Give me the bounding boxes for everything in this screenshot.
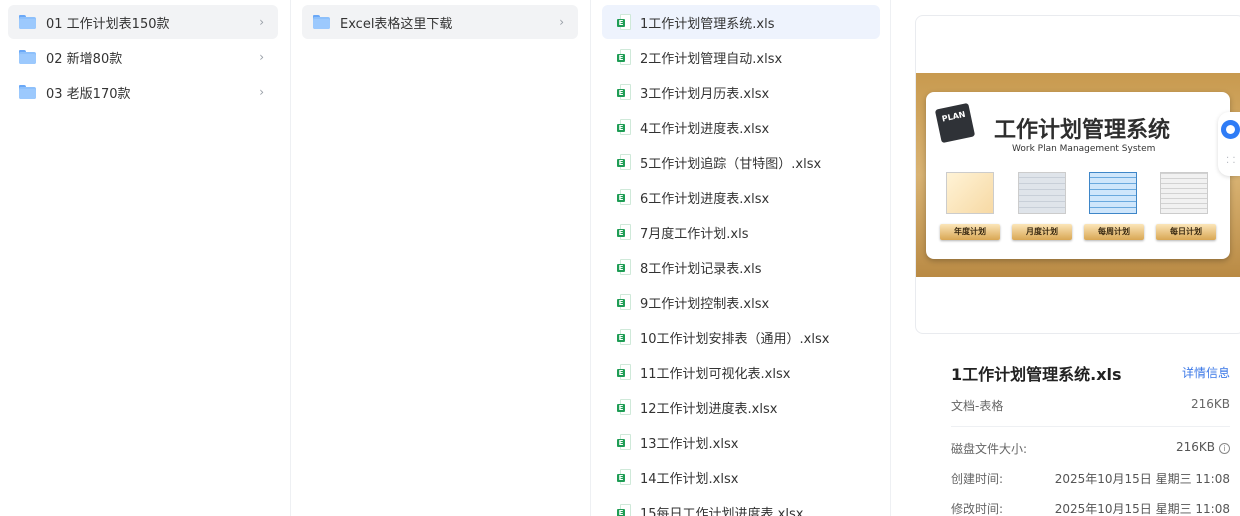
preview-tag: 每周计划 xyxy=(1084,224,1144,240)
folder-label: Excel表格这里下载 xyxy=(340,16,453,32)
excel-file-icon: E xyxy=(617,84,631,100)
folder-item-01[interactable]: 01 工作计划表150款 › xyxy=(8,5,278,39)
excel-file-icon: E xyxy=(617,504,631,516)
modified-label: 修改时间: xyxy=(951,502,1004,516)
file-label: 11工作计划可视化表.xlsx xyxy=(640,366,791,382)
file-item[interactable]: E 14工作计划.xlsx xyxy=(602,460,880,494)
preview-image-title: 工作计划管理系统 xyxy=(994,118,1171,143)
drag-handle-icon[interactable]: · · · · xyxy=(1226,154,1236,169)
chevron-right-icon: › xyxy=(559,15,564,29)
folder-label: 03 老版170款 xyxy=(46,86,131,102)
file-type: 文档-表格 xyxy=(951,399,1004,413)
preview-card[interactable]: PLAN 工作计划管理系统 Work Plan Management Syste… xyxy=(915,15,1240,334)
folder-column-1: 01 工作计划表150款 › 02 新增80款 › 03 老版170款 › xyxy=(0,0,291,516)
folder-label: 02 新增80款 xyxy=(46,51,123,67)
details-link[interactable]: 详情信息 xyxy=(1182,364,1230,381)
file-label: 7月度工作计划.xls xyxy=(640,226,749,242)
file-label: 15每日工作计划进度表.xlsx xyxy=(640,506,804,516)
preview-tag: 每日计划 xyxy=(1156,224,1216,240)
folder-item-excel-download[interactable]: Excel表格这里下载 › xyxy=(302,5,578,39)
excel-file-icon: E xyxy=(617,224,631,240)
excel-file-icon: E xyxy=(617,259,631,275)
excel-file-icon: E xyxy=(617,399,631,415)
excel-file-icon: E xyxy=(617,119,631,135)
folder-icon xyxy=(313,15,330,29)
preview-tag: 月度计划 xyxy=(1012,224,1072,240)
daily-table-thumbnail xyxy=(1160,172,1208,214)
file-label: 9工作计划控制表.xlsx xyxy=(640,296,770,312)
file-item[interactable]: E 9工作计划控制表.xlsx xyxy=(602,285,880,319)
file-label: 4工作计划进度表.xlsx xyxy=(640,121,770,137)
file-label: 2工作计划管理自动.xlsx xyxy=(640,51,783,67)
excel-file-icon: E xyxy=(617,14,631,30)
assistant-icon[interactable] xyxy=(1221,120,1240,139)
file-label: 12工作计划进度表.xlsx xyxy=(640,401,778,417)
file-label: 10工作计划安排表（通用）.xlsx xyxy=(640,331,830,347)
excel-file-icon: E xyxy=(617,154,631,170)
created-label: 创建时间: xyxy=(951,472,1004,486)
folder-icon xyxy=(19,50,36,64)
modified-value: 2025年10月15日 星期三 11:08 xyxy=(1054,502,1230,516)
excel-file-icon: E xyxy=(617,434,631,450)
chevron-right-icon: › xyxy=(259,15,264,29)
file-label: 14工作计划.xlsx xyxy=(640,471,739,487)
file-item[interactable]: E 10工作计划安排表（通用）.xlsx xyxy=(602,320,880,354)
info-icon[interactable]: i xyxy=(1219,443,1230,454)
preview-panel: PLAN 工作计划管理系统 Work Plan Management Syste… xyxy=(892,0,1240,516)
preview-image-inner: PLAN 工作计划管理系统 Work Plan Management Syste… xyxy=(926,92,1230,259)
disk-size-text: 216KB xyxy=(1175,440,1215,454)
divider xyxy=(951,426,1230,427)
file-item[interactable]: E 8工作计划记录表.xls xyxy=(602,250,880,284)
file-item[interactable]: E 4工作计划进度表.xlsx xyxy=(602,110,880,144)
disk-size-value: 216KB i xyxy=(1176,440,1230,454)
folder-item-02[interactable]: 02 新增80款 › xyxy=(8,40,278,74)
file-item[interactable]: E 2工作计划管理自动.xlsx xyxy=(602,40,880,74)
weekly-grid-thumbnail xyxy=(1089,172,1137,214)
file-item[interactable]: E 1工作计划管理系统.xls xyxy=(602,5,880,39)
file-size: 216KB xyxy=(1190,397,1230,411)
folder-column-2: Excel表格这里下载 › xyxy=(292,0,591,516)
preview-image: PLAN 工作计划管理系统 Work Plan Management Syste… xyxy=(916,73,1240,277)
excel-file-icon: E xyxy=(617,329,631,345)
preview-image-subtitle: Work Plan Management System xyxy=(1012,144,1156,154)
file-label: 3工作计划月历表.xlsx xyxy=(640,86,770,102)
chevron-right-icon: › xyxy=(259,50,264,64)
folder-label: 01 工作计划表150款 xyxy=(46,16,170,32)
file-item[interactable]: E 6工作计划进度表.xlsx xyxy=(602,180,880,214)
file-label: 13工作计划.xlsx xyxy=(640,436,739,452)
excel-file-icon: E xyxy=(617,294,631,310)
calendar-thumbnail xyxy=(1018,172,1066,214)
file-item[interactable]: E 13工作计划.xlsx xyxy=(602,425,880,459)
file-label: 8工作计划记录表.xls xyxy=(640,261,762,277)
file-label: 1工作计划管理系统.xls xyxy=(640,16,775,32)
folder-icon xyxy=(19,85,36,99)
file-item[interactable]: E 12工作计划进度表.xlsx xyxy=(602,390,880,424)
folder-icon xyxy=(19,15,36,29)
file-item[interactable]: E 11工作计划可视化表.xlsx xyxy=(602,355,880,389)
floating-assistant[interactable]: · · · · xyxy=(1218,112,1240,176)
excel-file-icon: E xyxy=(617,189,631,205)
file-item[interactable]: E 5工作计划追踪（甘特图）.xlsx xyxy=(602,145,880,179)
disk-size-label: 磁盘文件大小: xyxy=(951,442,1028,456)
plan-sign-icon: PLAN xyxy=(934,102,976,144)
excel-file-icon: E xyxy=(617,49,631,65)
file-label: 5工作计划追踪（甘特图）.xlsx xyxy=(640,156,822,172)
file-item[interactable]: E 7月度工作计划.xls xyxy=(602,215,880,249)
chevron-right-icon: › xyxy=(259,85,264,99)
excel-file-icon: E xyxy=(617,364,631,380)
clipboard-thumbnail xyxy=(946,172,994,214)
file-name: 1工作计划管理系统.xls xyxy=(951,365,1122,384)
file-item[interactable]: E 3工作计划月历表.xlsx xyxy=(602,75,880,109)
created-value: 2025年10月15日 星期三 11:08 xyxy=(1054,472,1230,486)
preview-tag: 年度计划 xyxy=(940,224,1000,240)
file-column: E 1工作计划管理系统.xls E 2工作计划管理自动.xlsx E 3工作计划… xyxy=(592,0,891,516)
file-item[interactable]: E 15每日工作计划进度表.xlsx xyxy=(602,495,880,516)
excel-file-icon: E xyxy=(617,469,631,485)
file-label: 6工作计划进度表.xlsx xyxy=(640,191,770,207)
folder-item-03[interactable]: 03 老版170款 › xyxy=(8,75,278,109)
